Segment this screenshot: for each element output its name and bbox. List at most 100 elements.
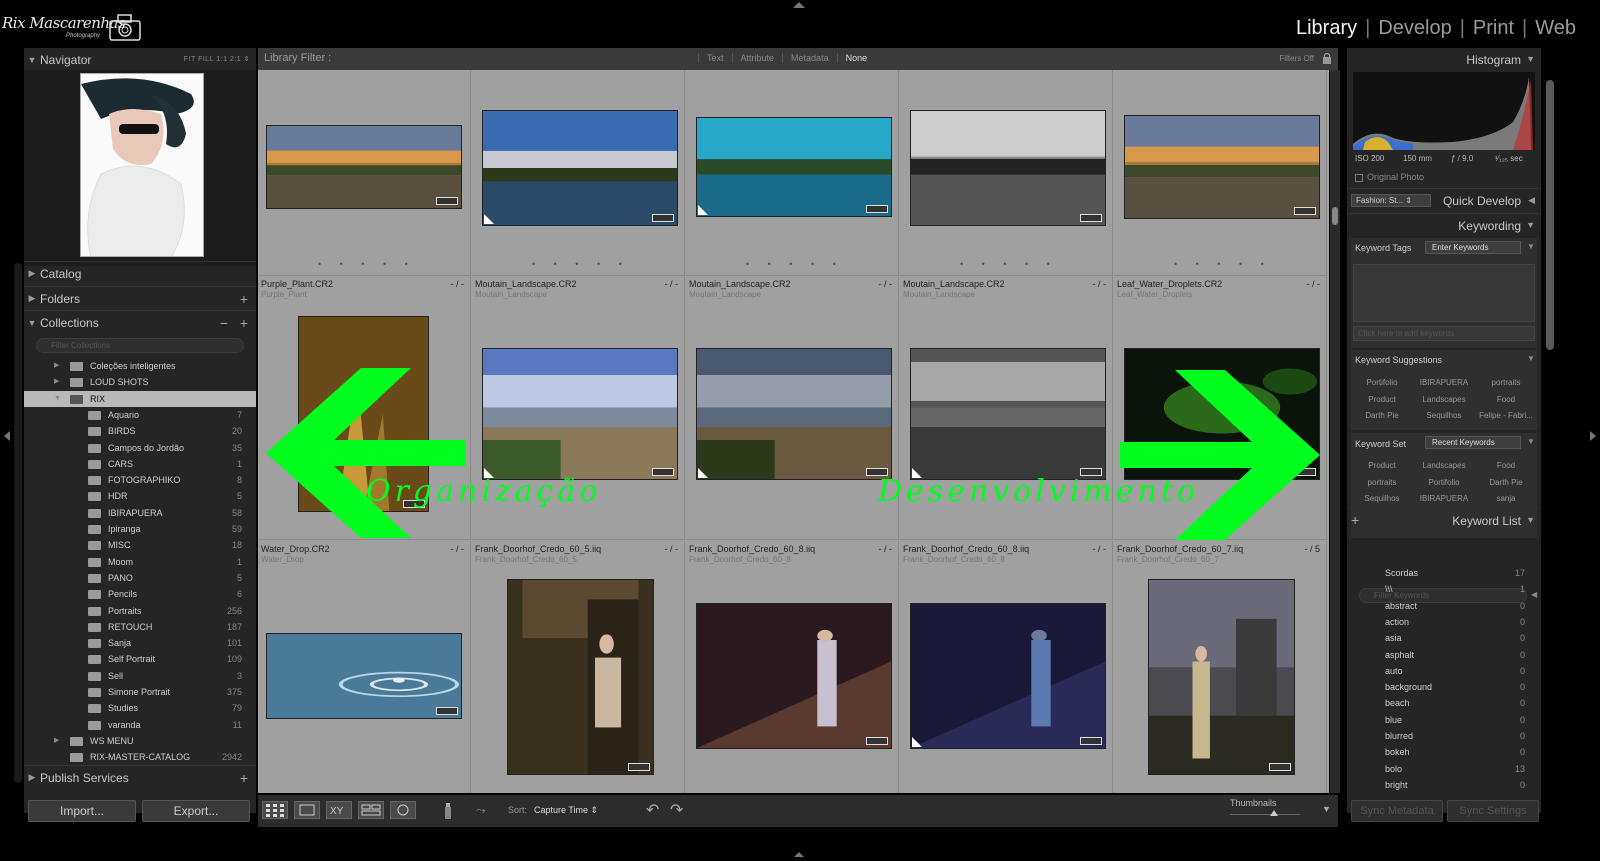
keyword-tags-dropdown[interactable]: Enter Keywords [1425,241,1521,254]
navigator-preview[interactable] [24,70,256,266]
photo-thumbnail[interactable] [507,579,654,775]
keyword-set-menu-icon[interactable]: ▼ [1527,437,1535,446]
collection-item[interactable]: FOTOGRAPHIKO 8 [24,472,256,488]
photo-thumbnail[interactable] [482,348,678,480]
grid-scrollbar[interactable] [1330,70,1340,793]
keyword-tags-menu-icon[interactable]: ▼ [1527,242,1535,251]
keyword-list-item[interactable]: \\\ 1 [1347,581,1541,597]
grid-cell[interactable]: • • • • • [472,70,685,276]
grid-cell[interactable]: • • • • • [258,70,471,276]
grid-cell[interactable]: • • • • • [686,70,899,276]
rotate-left-icon[interactable]: ↶ [646,800,659,820]
quick-develop-header[interactable]: Fashion: St... ⇕ Quick Develop ◀ [1347,188,1541,212]
keyword-list-item[interactable]: blurred 0 [1347,728,1541,744]
keyword-list-item[interactable]: asphalt 0 [1347,647,1541,663]
checkbox-icon[interactable] [1355,173,1363,182]
navigator-header[interactable]: ▼ Navigator FIT FILL 1:1 2:1 ⇕ [24,48,256,72]
lock-icon[interactable] [1322,52,1332,64]
filters-off-dropdown[interactable]: Filters Off [1279,54,1314,63]
filter-attribute-tab[interactable]: Attribute [731,53,783,63]
keyword-chip[interactable]: IBIRAPUERA [1413,494,1475,503]
collection-item[interactable]: HDR 5 [24,488,256,504]
rating-stars-icon[interactable]: • • • • • [1174,259,1272,269]
collection-item[interactable]: RIX-MASTER-CATALOG 2942 [24,749,256,765]
photo-thumbnail[interactable] [1124,115,1320,219]
keyword-tags-textarea[interactable] [1353,264,1535,322]
collection-item[interactable]: Moom 1 [24,554,256,570]
suggestions-menu-icon[interactable]: ▼ [1527,354,1535,363]
grid-cell[interactable]: Moutain_Landscape.CR2 Moutain_Landscape - … [900,276,1113,540]
sort-direction-icon[interactable]: ⤳ [476,803,486,818]
photo-thumbnail[interactable] [910,110,1106,226]
collection-item[interactable]: MISC 18 [24,537,256,553]
thumbnail-badge-icon[interactable] [436,707,458,715]
keyword-list-item[interactable]: bright 0 [1347,777,1541,793]
collapse-triangle-icon[interactable]: ▼ [24,318,40,328]
catalog-header[interactable]: ▶ Catalog [24,261,256,285]
left-panel-scrollbar[interactable] [14,263,22,783]
grid-scrollbar-thumb[interactable] [1332,207,1338,225]
filter-text-tab[interactable]: Text [698,53,732,63]
collection-item[interactable]: Simone Portrait 375 [24,684,256,700]
expand-triangle-icon[interactable]: ▶ [54,733,59,749]
keyword-list-item[interactable]: background 0 [1347,679,1541,695]
photo-thumbnail[interactable] [696,348,892,480]
module-print[interactable]: Print [1467,17,1520,40]
rotate-right-icon[interactable]: ↷ [670,800,683,820]
photo-thumbnail[interactable] [1148,579,1295,775]
module-library[interactable]: Library [1290,17,1363,40]
keyword-chip[interactable]: Product [1351,395,1413,404]
photo-thumbnail[interactable] [696,603,892,749]
keyword-chip[interactable]: Darth Pie [1351,411,1413,420]
collapse-triangle-icon[interactable]: ▼ [54,391,61,407]
sync-metadata-button[interactable]: Sync Metadata [1351,800,1443,822]
survey-view-button[interactable] [358,801,384,819]
keyword-chip[interactable]: Landscapes [1413,461,1475,470]
keyword-list-item[interactable]: auto 0 [1347,663,1541,679]
collection-item[interactable]: Aquario 7 [24,407,256,423]
publish-services-header[interactable]: ▶ Publish Services + [24,765,256,789]
thumbnail-badge-icon[interactable] [628,763,650,771]
grid-cell[interactable]: Frank_Doorhof_Credo_60_7.iiq Frank_Doorho… [1114,541,1327,793]
keyword-list-item[interactable]: blue 0 [1347,712,1541,728]
collection-item[interactable]: Ipiranga 59 [24,521,256,537]
keyword-chip[interactable]: Product [1351,461,1413,470]
painter-spray-icon[interactable] [442,802,454,820]
rating-stars-icon[interactable]: • • • • • [960,259,1058,269]
keyword-chip[interactable]: sanja [1475,494,1537,503]
thumbnail-badge-icon[interactable] [652,214,674,222]
keyword-chip[interactable]: portraits [1351,478,1413,487]
left-panel-toggle-icon[interactable] [4,431,10,441]
sort-dropdown[interactable]: Capture Time ⇕ [534,805,598,816]
collapse-triangle-icon[interactable]: ▼ [24,55,40,65]
thumbnail-badge-icon[interactable] [652,468,674,476]
grid-cell[interactable]: • • • • • [900,70,1113,276]
collection-item[interactable]: Campos do Jordão 35 [24,440,256,456]
compare-view-button[interactable]: XY [326,801,352,819]
collection-item[interactable]: ▶ Coleções inteligentes [24,358,256,374]
collection-item[interactable]: ▶ LOUD SHOTS [24,374,256,390]
top-panel-toggle-icon[interactable] [793,2,805,8]
rating-stars-icon[interactable]: • • • • • [318,259,416,269]
thumbnail-badge-icon[interactable] [866,468,888,476]
keyword-chip[interactable]: portraits [1475,378,1537,387]
grid-cell[interactable]: Frank_Doorhof_Credo_60_8.iiq Frank_Doorho… [900,541,1113,793]
people-view-button[interactable] [390,801,416,819]
collection-item[interactable]: RETOUCH 187 [24,619,256,635]
photo-thumbnail[interactable] [266,125,462,209]
thumbnail-badge-icon[interactable] [1080,214,1102,222]
photo-thumbnail[interactable] [696,117,892,217]
photo-thumbnail[interactable] [298,316,429,512]
thumbnail-badge-icon[interactable] [1269,763,1291,771]
grid-cell[interactable]: Frank_Doorhof_Credo_60_5.iiq Frank_Doorho… [472,541,685,793]
expand-triangle-icon[interactable]: ◀ [1528,195,1535,206]
collapse-triangle-icon[interactable]: ▼ [1526,220,1535,230]
right-panel-toggle-icon[interactable] [1590,431,1596,441]
collection-item[interactable]: Portraits 256 [24,603,256,619]
collection-item[interactable]: Self Portrait 109 [24,651,256,667]
thumbnail-badge-icon[interactable] [1294,468,1316,476]
thumbnail-badge-icon[interactable] [1080,468,1102,476]
collection-item[interactable]: ▶ WS MENU [24,733,256,749]
keyword-chip[interactable]: Sequilhos [1351,494,1413,503]
export-button[interactable]: Export... [142,800,250,822]
